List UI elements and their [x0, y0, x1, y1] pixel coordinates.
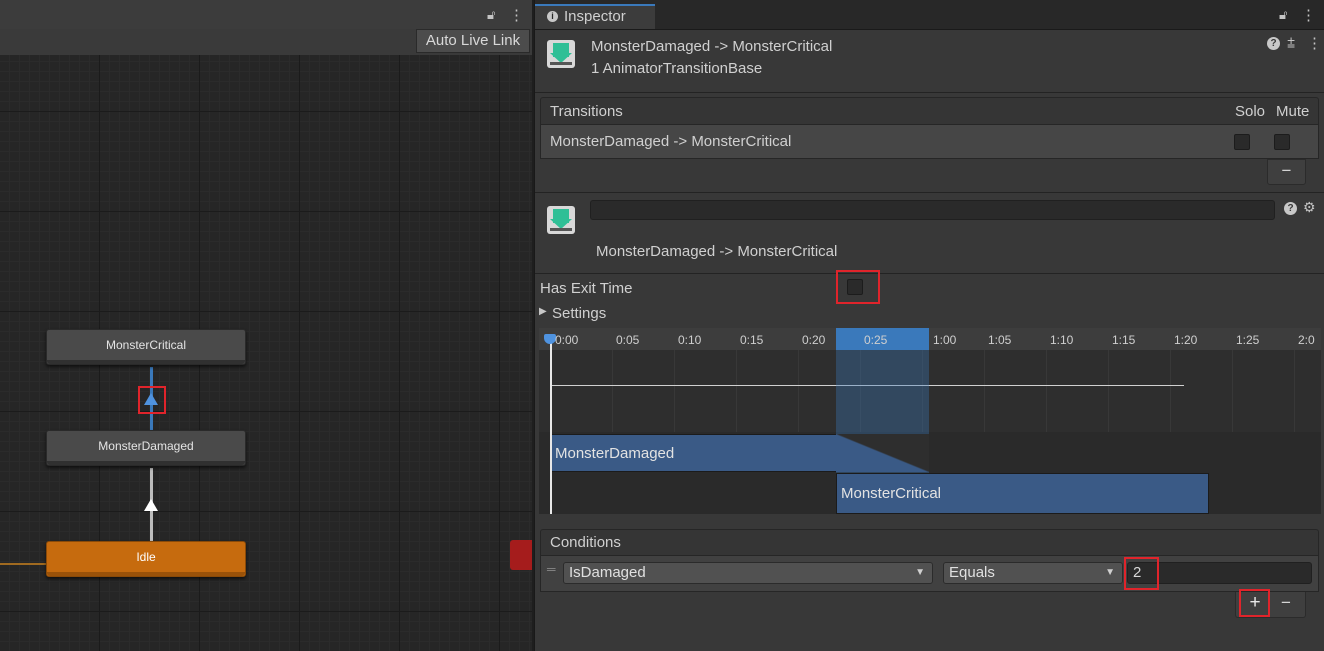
lock-icon[interactable]: 🔓︎	[1279, 7, 1287, 23]
highlight-box	[836, 270, 880, 304]
state-node-idle[interactable]: Idle	[46, 541, 246, 577]
timeline-tick: 0:25	[864, 333, 888, 347]
mute-checkbox[interactable]	[1274, 134, 1290, 150]
kebab-menu-icon[interactable]: ⋮	[1301, 6, 1316, 24]
kebab-menu-icon[interactable]: ⋮	[509, 6, 524, 24]
conditions-list-header: Conditions	[540, 529, 1319, 556]
conditions-header: Conditions	[550, 534, 621, 551]
drag-handle-icon[interactable]: ═	[547, 562, 556, 576]
state-node-label: MonsterCritical	[105, 338, 186, 352]
inspector-tab-bar: i Inspector 🔓︎ ⋮	[535, 0, 1324, 30]
parameter-dropdown[interactable]: IsDamaged ▼	[563, 562, 933, 584]
foldout-arrow-icon[interactable]: ▶	[539, 306, 547, 317]
help-icon[interactable]: ?	[1267, 37, 1280, 50]
timeline-tick: 0:05	[616, 333, 640, 347]
kebab-menu-icon[interactable]: ⋮	[1307, 34, 1322, 52]
timeline-tick: 1:25	[1236, 333, 1260, 347]
highlight-box	[138, 386, 166, 414]
presets-icon[interactable]: ⩲	[1287, 35, 1295, 52]
transition-name-label: MonsterDamaged -> MonsterCritical	[596, 243, 838, 260]
transitions-header: Transitions	[550, 103, 623, 120]
chevron-down-icon: ▼	[915, 567, 925, 578]
highlight-box	[1239, 589, 1270, 617]
transition-arrow-icon[interactable]	[144, 499, 158, 511]
timeline-track	[539, 350, 1321, 432]
transition-icon	[547, 40, 577, 70]
gear-icon[interactable]: ⚙	[1303, 199, 1316, 216]
state-node-label: Idle	[136, 550, 156, 564]
clip-from-label: MonsterDamaged	[555, 445, 675, 462]
tab-inspector[interactable]: i Inspector	[535, 4, 655, 29]
transitions-list-header: Transitions Solo Mute	[540, 97, 1319, 125]
condition-row[interactable]: ═ IsDamaged ▼ Equals ▼ 2	[540, 556, 1319, 592]
timeline-tick: 1:15	[1112, 333, 1136, 347]
solo-checkbox[interactable]	[1234, 134, 1250, 150]
header-title: MonsterDamaged -> MonsterCritical	[591, 38, 833, 55]
mute-header: Mute	[1276, 103, 1310, 120]
timeline-tick: 0:00	[555, 333, 579, 347]
timeline-tick: 1:20	[1174, 333, 1198, 347]
transition-name-field[interactable]	[590, 200, 1275, 220]
animator-toolbar: Auto Live Link	[0, 29, 532, 56]
lock-icon[interactable]: 🔓︎	[487, 7, 495, 23]
transition-row[interactable]: MonsterDamaged -> MonsterCritical	[540, 125, 1319, 159]
timeline-ruler[interactable]	[539, 328, 1321, 351]
inspector-panel: i Inspector 🔓︎ ⋮ MonsterDamaged -> Monst…	[534, 0, 1324, 651]
timeline-tick: 0:20	[802, 333, 826, 347]
operator-value: Equals	[949, 564, 995, 581]
transition-timeline[interactable]: MonsterDamaged MonsterCritical	[539, 328, 1321, 514]
auto-live-link-button[interactable]: Auto Live Link	[416, 29, 530, 53]
operator-dropdown[interactable]: Equals ▼	[943, 562, 1123, 584]
state-node-monster-damaged[interactable]: MonsterDamaged	[46, 430, 246, 466]
timeline-tick: 1:00	[933, 333, 957, 347]
has-exit-time-label: Has Exit Time	[540, 280, 633, 297]
tab-label: Inspector	[564, 8, 626, 25]
playhead[interactable]	[550, 336, 552, 514]
state-node-label: MonsterDamaged	[98, 439, 194, 453]
remove-transition-button[interactable]: −	[1267, 159, 1306, 185]
blend-wedge	[836, 434, 929, 472]
solo-header: Solo	[1235, 103, 1266, 120]
clip-to-bar[interactable]: MonsterCritical	[836, 473, 1209, 514]
timeline-tick: 1:05	[988, 333, 1012, 347]
highlight-box	[1124, 557, 1159, 590]
animator-header: 🔓︎ ⋮	[0, 0, 532, 31]
exit-node[interactable]	[510, 540, 532, 570]
entry-transition-line	[0, 563, 46, 565]
state-node-monster-critical[interactable]: MonsterCritical	[46, 329, 246, 365]
transition-row-label: MonsterDamaged -> MonsterCritical	[550, 133, 792, 150]
transition-icon	[547, 206, 577, 236]
animator-panel: 🔓︎ ⋮ Auto Live Link MonsterCritical Mons…	[0, 0, 532, 651]
timeline-tick: 0:15	[740, 333, 764, 347]
header-subtitle: 1 AnimatorTransitionBase	[591, 60, 763, 77]
clip-to-label: MonsterCritical	[841, 485, 942, 502]
timeline-tick: 2:0	[1298, 333, 1315, 347]
remove-condition-button[interactable]: −	[1273, 591, 1299, 615]
chevron-down-icon: ▼	[1105, 567, 1115, 578]
help-icon[interactable]: ?	[1284, 202, 1297, 215]
parameter-value: IsDamaged	[569, 564, 646, 581]
settings-foldout[interactable]: Settings	[552, 305, 606, 322]
timeline-tick: 1:10	[1050, 333, 1074, 347]
timeline-tick: 0:10	[678, 333, 702, 347]
info-icon: i	[547, 11, 558, 22]
